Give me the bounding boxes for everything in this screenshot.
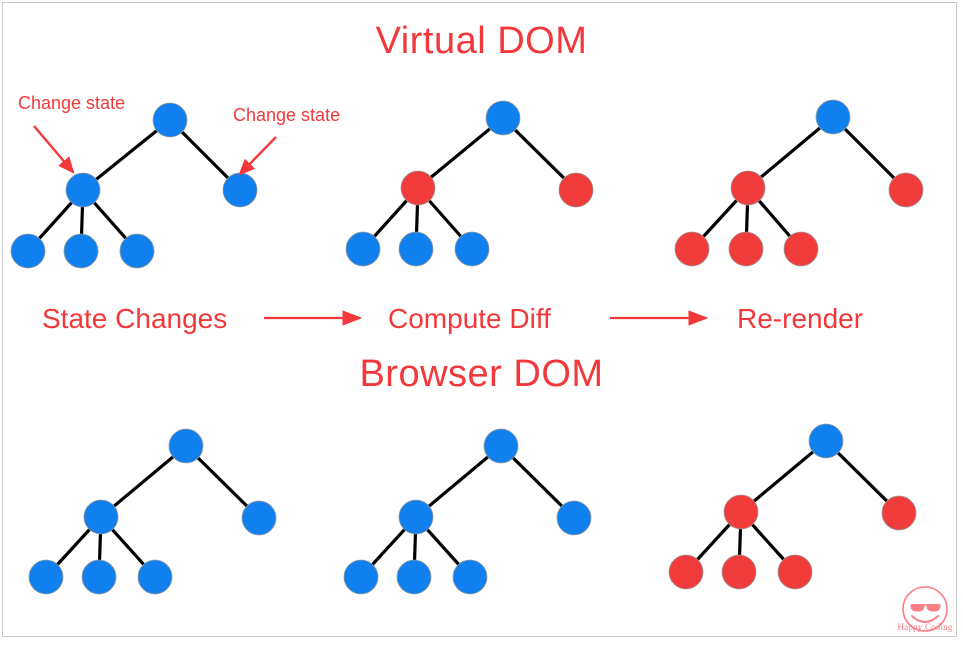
annotation-arrow-change-state-left	[33, 125, 75, 174]
annotation-change-state-right: Change state	[233, 105, 341, 125]
annotation-arrow-group	[33, 125, 277, 176]
stage-label-state-changes: State Changes	[42, 303, 228, 334]
happy-coding-logo-text: Happy Coding	[897, 622, 953, 632]
annotation-change-state-left: Change state	[18, 93, 126, 113]
annotation-arrow-change-state-right	[238, 136, 277, 176]
page-title-virtual-dom: Virtual DOM	[375, 20, 588, 62]
diagram-canvas: Virtual DOM Browser DOM State Changes Co…	[0, 0, 963, 654]
stage-label-re-render: Re-render	[737, 303, 864, 334]
stage-label-compute-diff: Compute Diff	[388, 303, 551, 334]
page-title-browser-dom: Browser DOM	[359, 353, 604, 395]
